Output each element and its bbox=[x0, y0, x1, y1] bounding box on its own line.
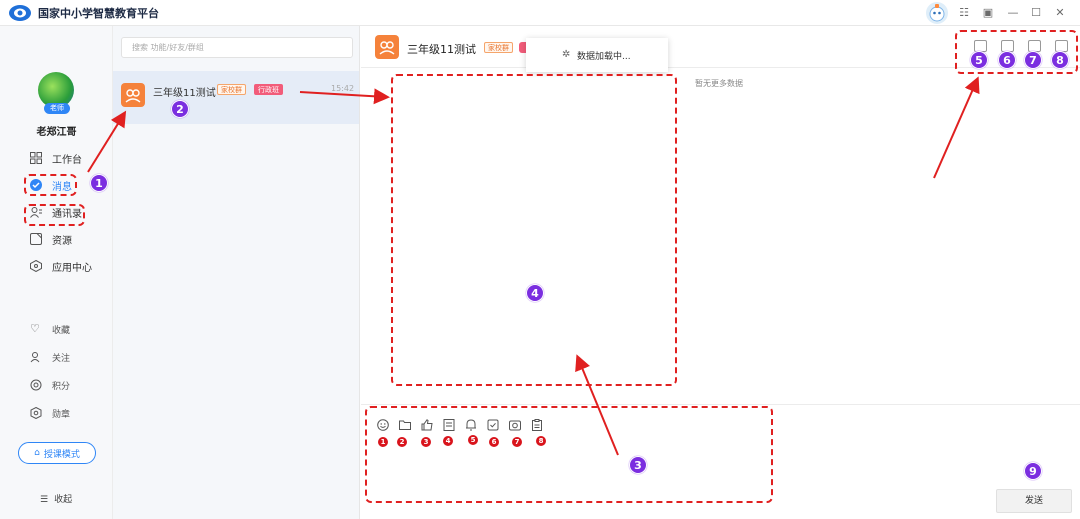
tool-badge: 3 bbox=[421, 437, 431, 447]
annotation-badge: 5 bbox=[970, 51, 988, 69]
tool-badge: 1 bbox=[378, 437, 388, 447]
tool-badge: 8 bbox=[536, 436, 546, 446]
tool-badge: 6 bbox=[489, 437, 499, 447]
annotation-badge: 7 bbox=[1024, 51, 1042, 69]
tool-badge: 7 bbox=[512, 437, 522, 447]
annotation-badge: 3 bbox=[629, 456, 647, 474]
annotation-badge: 6 bbox=[998, 51, 1016, 69]
annotation-badge: 1 bbox=[90, 174, 108, 192]
tool-badge: 2 bbox=[397, 437, 407, 447]
tool-badge: 5 bbox=[468, 435, 478, 445]
annotation-badge: 4 bbox=[526, 284, 544, 302]
annotation-badge: 8 bbox=[1051, 51, 1069, 69]
tool-badge: 4 bbox=[443, 436, 453, 446]
annotation-badge: 9 bbox=[1024, 462, 1042, 480]
annotation-badge: 2 bbox=[171, 100, 189, 118]
